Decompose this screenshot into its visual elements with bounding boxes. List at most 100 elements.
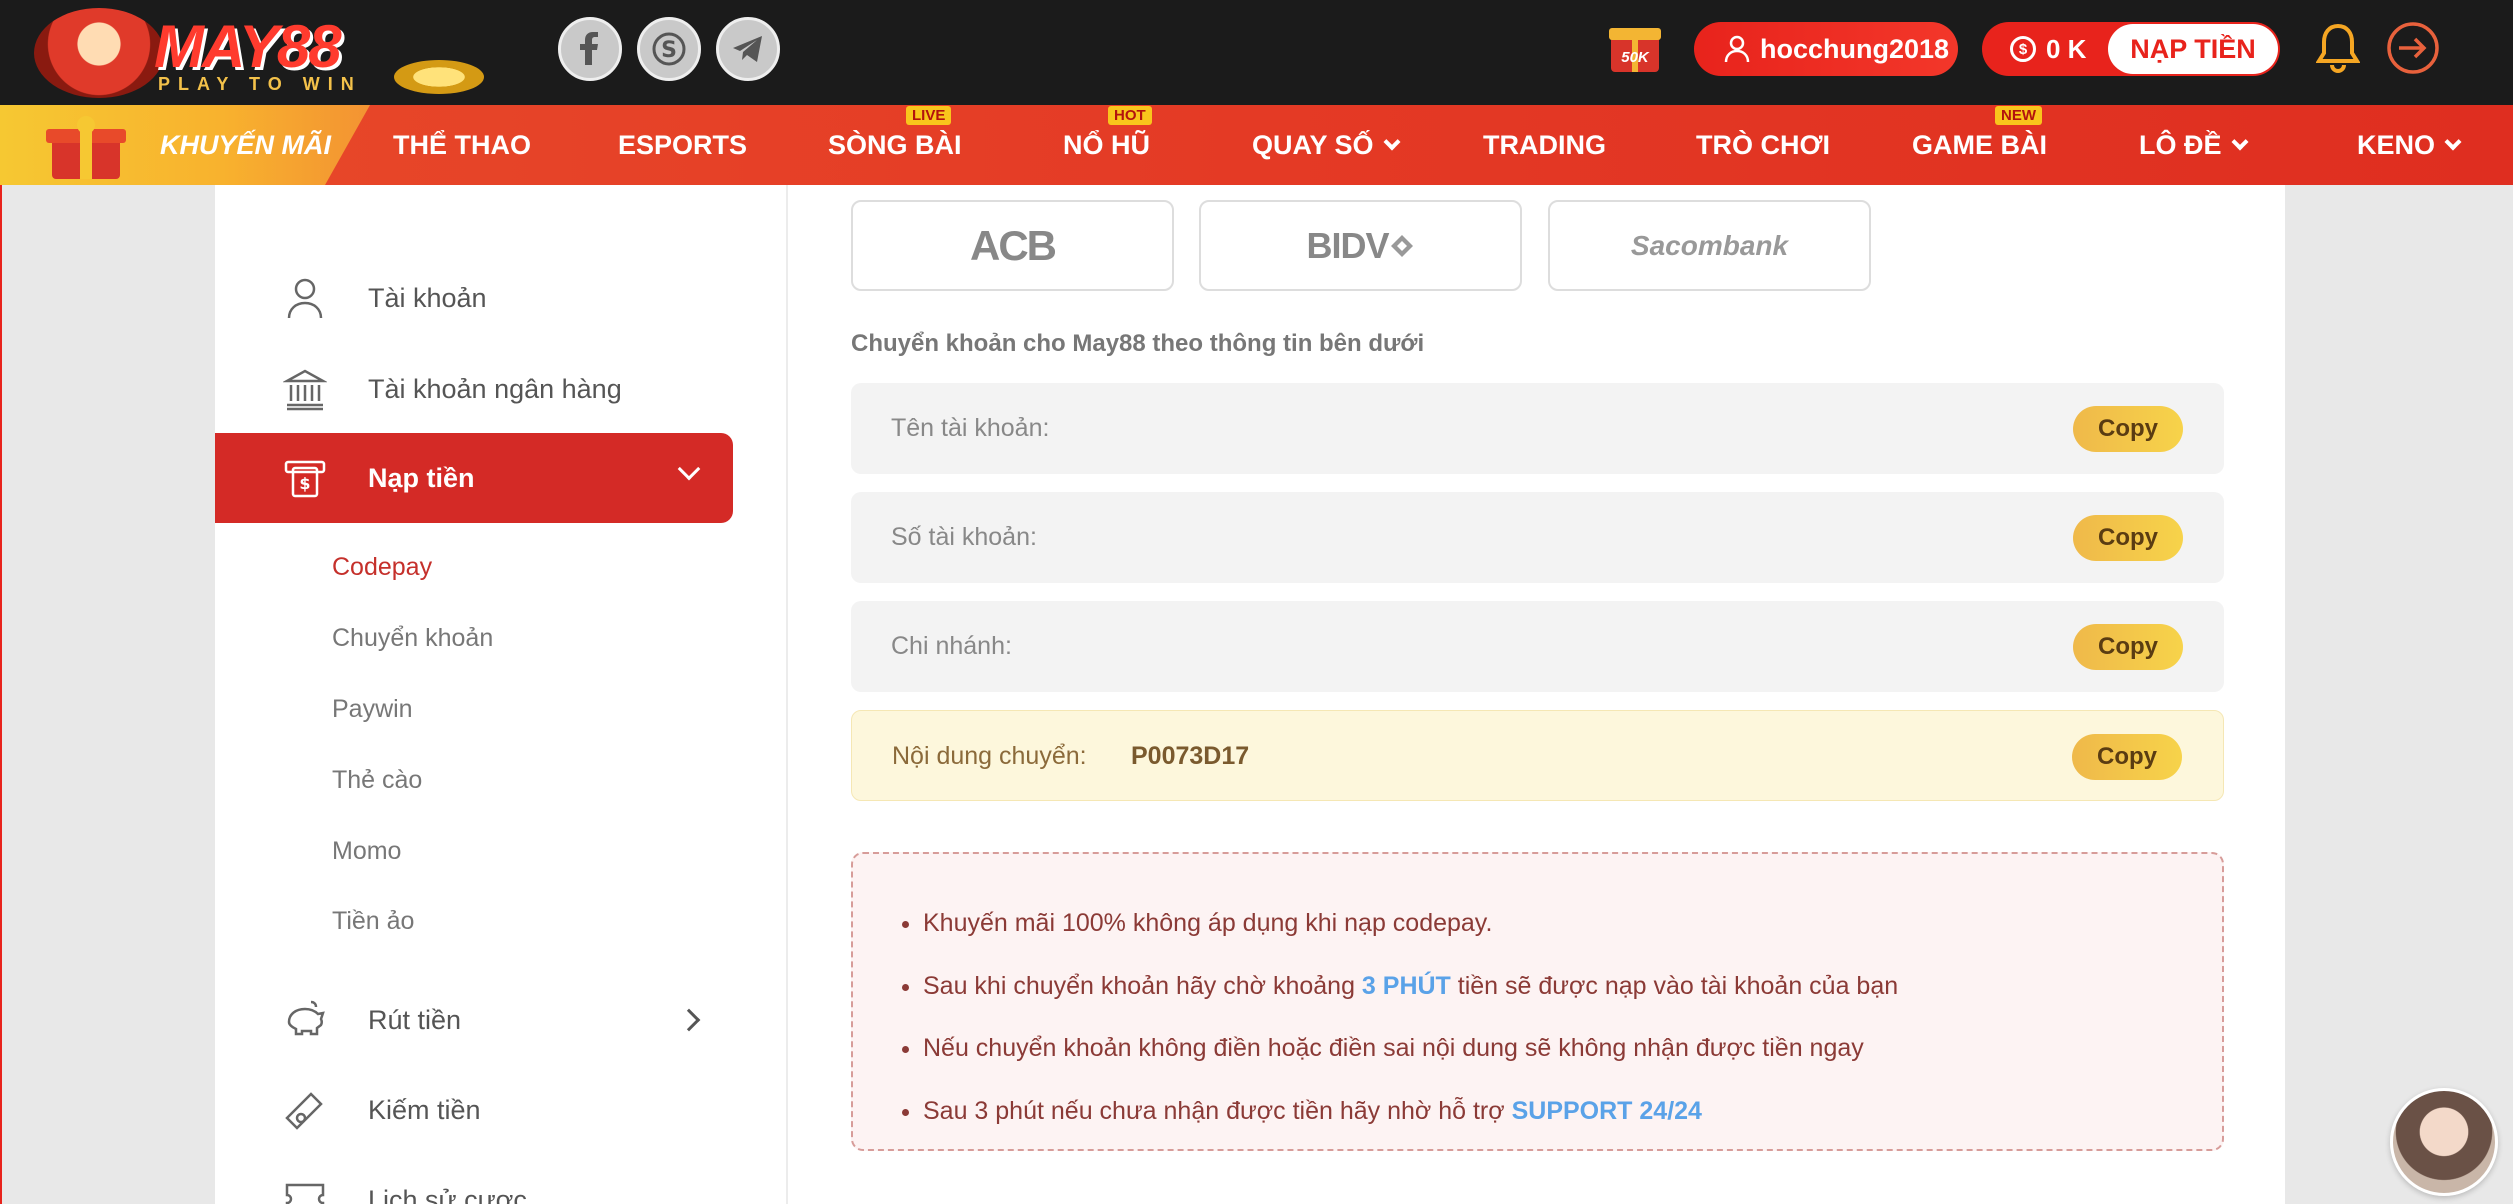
- balance-pill: $ 0 K NẠP TIỀN: [1982, 22, 2280, 76]
- bank-bidv[interactable]: BIDV: [1199, 200, 1522, 291]
- sidebar-label: Tài khoản ngân hàng: [368, 373, 622, 404]
- deposit-icon: $: [284, 460, 326, 498]
- sidebar-label: Rút tiền: [368, 1004, 462, 1035]
- account-sidebar: Tài khoản Tài khoản ngân hàng $ Nạp tiền…: [215, 185, 787, 1204]
- account-number-row: Số tài khoản: Copy: [851, 492, 2224, 583]
- row-label: Số tài khoản:: [891, 523, 1037, 551]
- copy-button[interactable]: Copy: [2073, 406, 2183, 452]
- piggy-bank-icon: [287, 1000, 325, 1036]
- user-icon: [1724, 35, 1750, 63]
- nav-promo[interactable]: KHUYẾN MÃI: [0, 105, 370, 185]
- copy-button[interactable]: Copy: [2073, 515, 2183, 561]
- may88-logo[interactable]: MAY88 PLAY TO WIN: [34, 4, 484, 100]
- nav-label: KENO: [2357, 130, 2436, 160]
- sidebar-label: Lịch sử cược: [368, 1185, 527, 1204]
- support-chat-avatar[interactable]: [2390, 1088, 2498, 1196]
- sub-item-the-cao[interactable]: Thẻ cào: [332, 766, 422, 795]
- sidebar-item-deposit[interactable]: $ Nạp tiền: [215, 433, 733, 523]
- nav-trading[interactable]: TRADING: [1483, 105, 1606, 185]
- nav-label: GAME BÀI: [1912, 130, 2047, 160]
- coins-icon: [394, 60, 484, 94]
- support-link[interactable]: SUPPORT 24/24: [1512, 1097, 1702, 1125]
- nav-label: SÒNG BÀI: [828, 130, 962, 160]
- ticket-icon: [285, 1092, 323, 1130]
- bank-acb[interactable]: ACB: [851, 200, 1174, 291]
- nav-the-thao[interactable]: THỂ THAO: [393, 105, 531, 185]
- bank-sacombank-logo: Sacombank: [1630, 229, 1789, 261]
- live-badge: LIVE: [906, 106, 952, 125]
- logo-text: MAY88: [154, 13, 342, 80]
- page-edge: [0, 185, 2, 1204]
- notice-text: Sau khi chuyển khoản hãy chờ khoảng: [923, 971, 1362, 1000]
- sub-item-chuyen-khoan[interactable]: Chuyển khoản: [332, 624, 493, 653]
- hot-badge: HOT: [1108, 106, 1152, 125]
- nav-lo-de[interactable]: LÔ ĐỀ: [2139, 105, 2249, 185]
- sidebar-label: Kiếm tiền: [368, 1094, 481, 1125]
- copy-button[interactable]: Copy: [2073, 624, 2183, 670]
- account-name-row: Tên tài khoản: Copy: [851, 383, 2224, 474]
- notice-item: Khuyến mãi 100% không áp dụng khi nạp co…: [923, 892, 2222, 955]
- sub-item-codepay[interactable]: Codepay: [332, 553, 432, 582]
- promo-badge-text: 50K: [1621, 49, 1650, 66]
- branch-row: Chi nhánh: Copy: [851, 601, 2224, 692]
- chevron-right-icon: [677, 1008, 701, 1032]
- nav-keno[interactable]: KENO: [2357, 105, 2462, 185]
- bidv-diamond-icon: [1390, 234, 1413, 257]
- chevron-down-icon: [1383, 133, 1401, 151]
- sidebar-item-earn[interactable]: Kiếm tiền: [215, 1065, 733, 1155]
- copy-button[interactable]: Copy: [2072, 734, 2182, 780]
- sidebar-item-withdraw[interactable]: Rút tiền: [215, 975, 733, 1065]
- notice-text: Khuyến mãi 100% không áp dụng khi nạp co…: [923, 909, 1493, 937]
- notice-item: Sau khi chuyển khoản hãy chờ khoảng 3 PH…: [923, 955, 2222, 1018]
- svg-text:S: S: [661, 38, 677, 63]
- transfer-content-row: Nội dung chuyển: P0073D17 Copy: [851, 710, 2224, 801]
- notice-box: Khuyến mãi 100% không áp dụng khi nạp co…: [851, 852, 2224, 1151]
- chevron-down-icon: [677, 457, 701, 481]
- sub-item-momo[interactable]: Momo: [332, 837, 401, 866]
- balance-display[interactable]: $ 0 K: [2010, 22, 2086, 76]
- deposit-button[interactable]: NẠP TIỀN: [2108, 24, 2278, 74]
- wait-time-highlight: 3 PHÚT: [1361, 971, 1451, 1000]
- logout-icon[interactable]: [2385, 20, 2441, 76]
- bank-bidv-logo: BIDV: [1306, 224, 1389, 266]
- row-label: Nội dung chuyển:: [892, 742, 1087, 770]
- nav-tro-choi[interactable]: TRÒ CHƠI: [1696, 105, 1830, 185]
- nav-label: TRÒ CHƠI: [1696, 130, 1831, 160]
- notice-item: Sau 3 phút nếu chưa nhận được tiền hãy n…: [923, 1080, 2222, 1143]
- nav-esports[interactable]: ESPORTS: [618, 105, 747, 185]
- notice-item: Nếu chuyển khoản không điền hoặc điền sa…: [923, 1017, 2222, 1080]
- facebook-icon[interactable]: [558, 17, 622, 81]
- nav-label: NỔ HŨ: [1063, 130, 1150, 160]
- logo-tagline: PLAY TO WIN: [158, 74, 362, 94]
- skype-icon[interactable]: S: [637, 17, 701, 81]
- transfer-instruction: Chuyển khoản cho May88 theo thông tin bê…: [851, 330, 1425, 357]
- sidebar-item-account[interactable]: Tài khoản: [215, 253, 733, 343]
- bank-sacombank[interactable]: Sacombank: [1548, 200, 1871, 291]
- svg-text:$: $: [299, 474, 310, 493]
- telegram-icon[interactable]: [716, 17, 780, 81]
- sidebar-label: Nạp tiền: [368, 462, 475, 493]
- nav-quay-so[interactable]: QUAY SỐ: [1252, 105, 1401, 185]
- sub-item-tien-ao[interactable]: Tiền ảo: [332, 907, 414, 936]
- history-icon: [285, 1183, 325, 1204]
- coin-icon: $: [2010, 36, 2036, 62]
- sidebar-item-bet-history[interactable]: Lịch sử cược: [215, 1155, 733, 1204]
- notice-text: Sau 3 phút nếu chưa nhận được tiền hãy n…: [923, 1096, 1512, 1125]
- promo-50k-icon[interactable]: 50K: [1605, 18, 1665, 78]
- transfer-code: P0073D17: [1131, 742, 1250, 770]
- balance-value: 0 K: [2046, 33, 2087, 64]
- chevron-down-icon: [2444, 133, 2462, 151]
- bell-icon[interactable]: [2315, 22, 2361, 74]
- username: hocchung2018: [1760, 33, 1950, 64]
- sub-item-paywin[interactable]: Paywin: [332, 695, 413, 724]
- sidebar-item-bank-account[interactable]: Tài khoản ngân hàng: [215, 344, 733, 434]
- nav-label: ESPORTS: [618, 130, 748, 160]
- nav-label: QUAY SỐ: [1252, 130, 1374, 160]
- user-account-button[interactable]: hocchung2018: [1694, 22, 1958, 76]
- bank-acb-logo: ACB: [970, 221, 1057, 269]
- nav-promo-label: KHUYẾN MÃI: [160, 130, 332, 160]
- gift-icon: [46, 116, 126, 179]
- main-nav: KHUYẾN MÃI THỂ THAO ESPORTS SÒNG BÀI LIV…: [0, 105, 2513, 185]
- nav-label: TRADING: [1483, 130, 1606, 160]
- row-label: Chi nhánh:: [891, 632, 1012, 660]
